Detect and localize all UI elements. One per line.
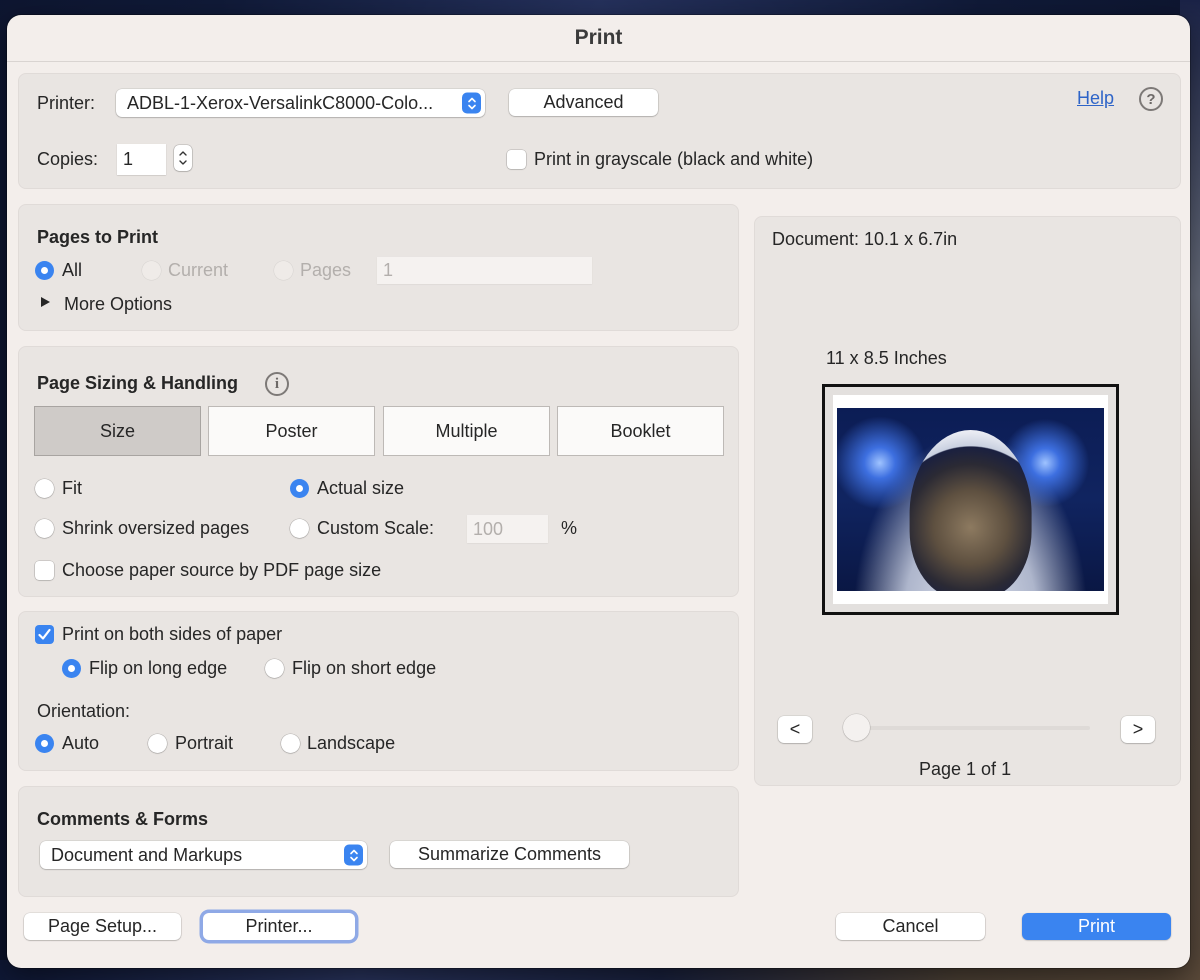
- pages-range-radio[interactable]: [274, 261, 293, 280]
- tab-size[interactable]: Size: [34, 406, 201, 456]
- page-slider-track[interactable]: [856, 726, 1090, 730]
- pages-all-radio[interactable]: [35, 261, 54, 280]
- flip-short-edge-label: Flip on short edge: [292, 658, 437, 678]
- preview-paper: [833, 395, 1108, 604]
- page-sizing-title: Page Sizing & Handling: [37, 373, 239, 393]
- select-arrows-icon: [344, 844, 363, 866]
- custom-scale-label: Custom Scale:: [317, 518, 435, 538]
- paper-size-label: 11 x 8.5 Inches: [826, 348, 947, 368]
- custom-scale-input[interactable]: [467, 515, 548, 543]
- help-question-icon[interactable]: ?: [1139, 87, 1163, 111]
- copies-label: Copies:: [37, 149, 99, 169]
- shrink-oversized-radio[interactable]: [35, 519, 54, 538]
- copies-input[interactable]: [117, 144, 166, 175]
- flip-long-edge-radio[interactable]: [62, 659, 81, 678]
- pages-current-label: Current: [168, 260, 229, 280]
- shrink-oversized-label: Shrink oversized pages: [62, 518, 250, 538]
- summarize-comments-button[interactable]: Summarize Comments: [390, 841, 629, 868]
- previous-page-button[interactable]: <: [778, 716, 812, 743]
- orientation-landscape-radio[interactable]: [281, 734, 300, 753]
- advanced-button[interactable]: Advanced: [509, 89, 658, 116]
- flip-long-edge-label: Flip on long edge: [89, 658, 228, 678]
- next-page-button[interactable]: >: [1121, 716, 1155, 743]
- page-slider-thumb[interactable]: [843, 714, 870, 741]
- fit-radio[interactable]: [35, 479, 54, 498]
- orientation-portrait-radio[interactable]: [148, 734, 167, 753]
- astronaut-helmet-shape: [909, 429, 1032, 591]
- pages-to-print-title: Pages to Print: [37, 227, 159, 247]
- printer-select-value: ADBL-1-Xerox-VersalinkC8000-Colo...: [127, 92, 434, 113]
- tab-multiple[interactable]: Multiple: [383, 406, 550, 456]
- paper-source-label: Choose paper source by PDF page size: [62, 560, 382, 580]
- cancel-button[interactable]: Cancel: [836, 913, 985, 940]
- page-indicator: Page 1 of 1: [919, 759, 1012, 779]
- printer-label: Printer:: [37, 93, 96, 113]
- tab-poster[interactable]: Poster: [208, 406, 375, 456]
- printer-select[interactable]: ADBL-1-Xerox-VersalinkC8000-Colo...: [116, 89, 485, 117]
- dialog-content: Printer: ADBL-1-Xerox-VersalinkC8000-Col…: [0, 0, 1200, 980]
- help-link[interactable]: Help: [1077, 88, 1114, 109]
- checkmark-icon: [38, 628, 51, 640]
- copies-stepper[interactable]: [174, 145, 192, 171]
- info-icon[interactable]: i: [265, 372, 289, 396]
- percent-label: %: [561, 518, 578, 538]
- tab-booklet[interactable]: Booklet: [557, 406, 724, 456]
- custom-scale-radio[interactable]: [290, 519, 309, 538]
- paper-source-checkbox[interactable]: [35, 561, 54, 580]
- pages-current-radio[interactable]: [142, 261, 161, 280]
- printer-button[interactable]: Printer...: [203, 913, 355, 940]
- both-sides-label: Print on both sides of paper: [62, 624, 283, 644]
- actual-size-label: Actual size: [317, 478, 405, 498]
- comments-forms-select-value: Document and Markups: [51, 844, 243, 865]
- actual-size-radio[interactable]: [290, 479, 309, 498]
- orientation-auto-radio[interactable]: [35, 734, 54, 753]
- more-options-toggle[interactable]: More Options: [64, 294, 172, 315]
- pages-range-label: Pages: [300, 260, 352, 280]
- orientation-label: Orientation:: [37, 701, 131, 721]
- disclosure-triangle-icon[interactable]: [41, 297, 50, 307]
- flip-short-edge-radio[interactable]: [265, 659, 284, 678]
- orientation-auto-label: Auto: [62, 733, 100, 753]
- document-size-label: Document: 10.1 x 6.7in: [772, 229, 958, 249]
- page-preview: [822, 384, 1119, 615]
- comments-forms-select[interactable]: Document and Markups: [40, 841, 367, 869]
- grayscale-label: Print in grayscale (black and white): [534, 149, 814, 169]
- print-button[interactable]: Print: [1022, 913, 1171, 940]
- comments-forms-title: Comments & Forms: [37, 809, 209, 829]
- fit-label: Fit: [62, 478, 82, 498]
- pages-range-input[interactable]: [377, 257, 592, 284]
- pages-all-label: All: [62, 260, 83, 280]
- both-sides-checkbox[interactable]: [35, 625, 54, 644]
- preview-image-astronaut-cat: [837, 408, 1104, 591]
- page-setup-button[interactable]: Page Setup...: [24, 913, 181, 940]
- orientation-portrait-label: Portrait: [175, 733, 234, 753]
- orientation-landscape-label: Landscape: [307, 733, 396, 753]
- grayscale-checkbox[interactable]: [507, 150, 526, 169]
- select-arrows-icon: [462, 92, 481, 114]
